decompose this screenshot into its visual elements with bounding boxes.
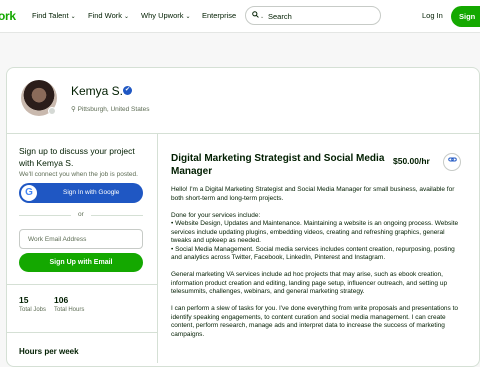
nav-find-talent[interactable]: Find Talent ⌄ — [32, 11, 76, 20]
overview-paragraph: Hello! I'm a Digital Marketing Strategis… — [171, 186, 455, 202]
divider — [19, 215, 71, 216]
nav-find-work[interactable]: Find Work ⌄ — [88, 11, 129, 20]
location-text: Pittsburgh, United States — [77, 106, 150, 113]
or-separator: or — [78, 211, 84, 218]
nav-find-talent-label: Find Talent — [32, 11, 69, 20]
chevron-down-icon: ⌄ — [124, 14, 130, 20]
search-input[interactable] — [268, 10, 373, 22]
hourly-rate: $50.00/hr — [393, 156, 430, 166]
signup-email-button[interactable]: Sign Up with Email — [19, 253, 143, 272]
freelancer-name: Kemya S. — [71, 84, 124, 98]
nav-why-upwork[interactable]: Why Upwork ⌄ — [141, 11, 191, 20]
total-jobs-value: 15 — [19, 295, 29, 305]
divider — [6, 284, 157, 285]
nav-why-upwork-label: Why Upwork — [141, 11, 184, 20]
upwork-logo[interactable]: ork — [0, 9, 16, 23]
divider — [6, 133, 480, 134]
search-icon[interactable]: ⌄ — [252, 11, 264, 20]
google-signin-label: Sign In with Google — [63, 189, 120, 196]
online-status-dot — [48, 107, 56, 115]
overview-paragraph: I can perform a slew of tasks for you. I… — [171, 305, 459, 338]
nav-enterprise[interactable]: Enterprise — [202, 11, 236, 20]
location-pin-icon: ⚲ — [71, 106, 76, 113]
divider — [91, 215, 143, 216]
profile-overview: Hello! I'm a Digital Marketing Strategis… — [171, 186, 461, 348]
total-hours-value: 106 — [54, 295, 69, 305]
chevron-down-icon: ⌄ — [70, 14, 76, 20]
total-jobs-label: Total Jobs — [19, 307, 47, 313]
column-divider — [157, 133, 158, 363]
signup-heading: Sign up to discuss your project with Kem… — [19, 146, 135, 168]
divider — [6, 332, 157, 333]
overview-paragraph: Done for your services include: • Websit… — [171, 211, 459, 262]
overview-paragraph: General marketing VA services include ad… — [171, 271, 448, 295]
login-link[interactable]: Log In — [422, 11, 443, 20]
search-chevron-icon: ⌄ — [260, 14, 265, 20]
google-icon: G — [21, 185, 37, 201]
hours-per-week-heading: Hours per week — [19, 347, 79, 356]
search-box[interactable]: ⌄ — [245, 6, 381, 25]
google-signin-button[interactable]: G Sign In with Google — [19, 183, 143, 203]
signup-button[interactable]: Sign — [451, 6, 480, 27]
profile-title: Digital Marketing Strategist and Social … — [171, 153, 385, 177]
chevron-down-icon: ⌄ — [185, 14, 191, 20]
copy-link-icon[interactable]: ⛓ — [443, 153, 461, 171]
location: ⚲ Pittsburgh, United States — [71, 105, 149, 113]
verified-badge-icon: ✔ — [123, 86, 132, 95]
total-hours-label: Total Hours — [54, 307, 85, 313]
nav-find-work-label: Find Work — [88, 11, 123, 20]
top-nav: ork Find Talent ⌄ Find Work ⌄ Why Upwork ⌄ … — [0, 0, 480, 33]
nav-enterprise-label: Enterprise — [202, 11, 237, 20]
email-field[interactable] — [19, 229, 143, 249]
signup-subtext: We'll connect you when the job is posted… — [19, 171, 138, 178]
